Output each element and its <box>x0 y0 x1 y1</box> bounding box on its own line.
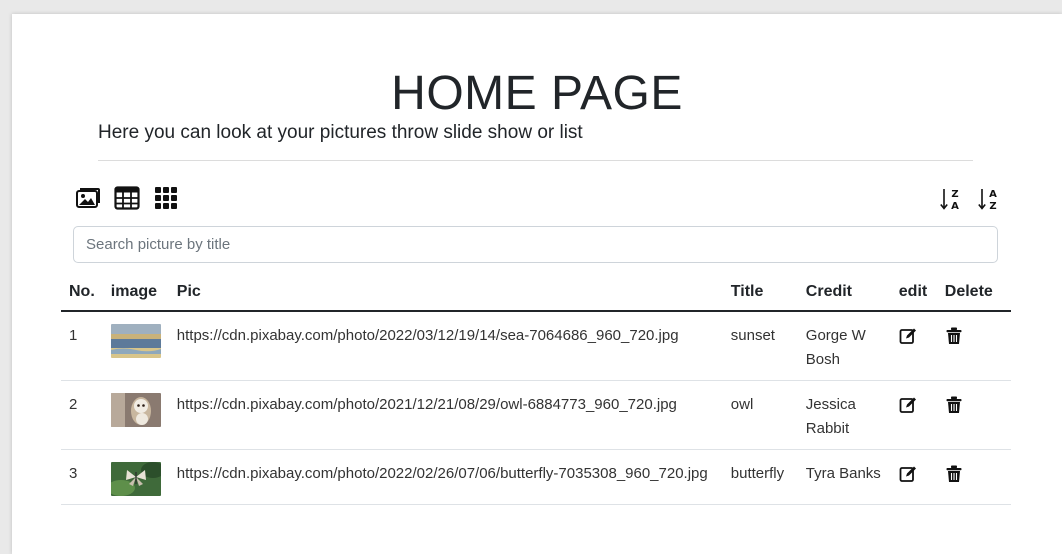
sort-a-z-icon: A Z <box>978 189 997 212</box>
picture-title: sunset <box>722 311 798 381</box>
table-view-icon <box>114 186 140 210</box>
header-title[interactable]: Title <box>722 274 798 312</box>
pictures-table: No. image Pic Title Credit edit Delete 1 <box>61 274 1011 505</box>
picture-title: owl <box>722 380 798 450</box>
grid-view-icon <box>155 187 177 209</box>
picture-credit: Gorge W Bosh <box>797 311 891 381</box>
view-toggles <box>75 185 179 211</box>
table-view-button[interactable] <box>114 185 140 211</box>
delete-cell <box>936 380 1011 450</box>
table-row: 2 https://cdn.pixabay.com/photo/2021/12/… <box>61 380 1011 450</box>
owl-thumbnail[interactable] <box>110 393 161 427</box>
trash-icon[interactable] <box>945 465 963 483</box>
edit-icon[interactable] <box>899 327 917 345</box>
table-row: 1 https://cdn.pixabay.com/photo/2022/03/… <box>61 311 1011 381</box>
sort-ascending-button[interactable]: A Z <box>978 187 1000 212</box>
slideshow-icon <box>76 188 100 208</box>
slideshow-view-button[interactable] <box>75 185 101 211</box>
edit-icon[interactable] <box>899 396 917 414</box>
row-number: 3 <box>61 449 103 505</box>
row-number: 2 <box>61 380 103 450</box>
main-card: HOME PAGE Here you can look at your pict… <box>12 14 1062 554</box>
picture-credit: Tyra Banks <box>797 449 891 505</box>
picture-credit: Jessica Rabbit <box>797 380 891 450</box>
edit-cell <box>890 380 937 450</box>
page-title: HOME PAGE <box>391 67 683 120</box>
pic-url: https://cdn.pixabay.com/photo/2022/02/26… <box>168 449 723 505</box>
header-delete: Delete <box>936 274 1011 312</box>
header-pic[interactable]: Pic <box>168 274 723 312</box>
svg-text:A: A <box>951 201 959 211</box>
pic-url: https://cdn.pixabay.com/photo/2022/03/12… <box>168 311 723 381</box>
thumbnail-cell <box>102 311 169 381</box>
sort-descending-button[interactable]: Z A <box>940 187 962 212</box>
header-image[interactable]: image <box>102 274 169 312</box>
edit-cell <box>890 449 937 505</box>
page-subtitle: Here you can look at your pictures throw… <box>98 122 583 143</box>
divider <box>98 160 973 161</box>
edit-icon[interactable] <box>899 465 917 483</box>
header-no[interactable]: No. <box>61 274 103 312</box>
grid-view-button[interactable] <box>153 185 179 211</box>
edit-cell <box>890 311 937 381</box>
table-header-row: No. image Pic Title Credit edit Delete <box>61 274 1011 312</box>
trash-icon[interactable] <box>945 396 963 414</box>
thumbnail-cell <box>102 449 169 505</box>
row-number: 1 <box>61 311 103 381</box>
svg-text:A: A <box>989 189 997 200</box>
pic-url: https://cdn.pixabay.com/photo/2021/12/21… <box>168 380 723 450</box>
sea-thumbnail[interactable] <box>110 324 161 358</box>
sort-toggles: Z A A Z <box>940 187 1000 212</box>
header-edit: edit <box>890 274 937 312</box>
sort-z-a-icon: Z A <box>940 189 959 212</box>
header-credit[interactable]: Credit <box>797 274 891 312</box>
trash-icon[interactable] <box>945 327 963 345</box>
svg-text:Z: Z <box>989 201 996 211</box>
butterfly-thumbnail[interactable] <box>110 462 161 496</box>
svg-text:Z: Z <box>951 189 958 200</box>
table-row: 3 https://cdn.pixabay.com/photo/2022/02/… <box>61 449 1011 505</box>
picture-title: butterfly <box>722 449 798 505</box>
thumbnail-cell <box>102 380 169 450</box>
delete-cell <box>936 311 1011 381</box>
search-input[interactable] <box>73 226 998 263</box>
delete-cell <box>936 449 1011 505</box>
